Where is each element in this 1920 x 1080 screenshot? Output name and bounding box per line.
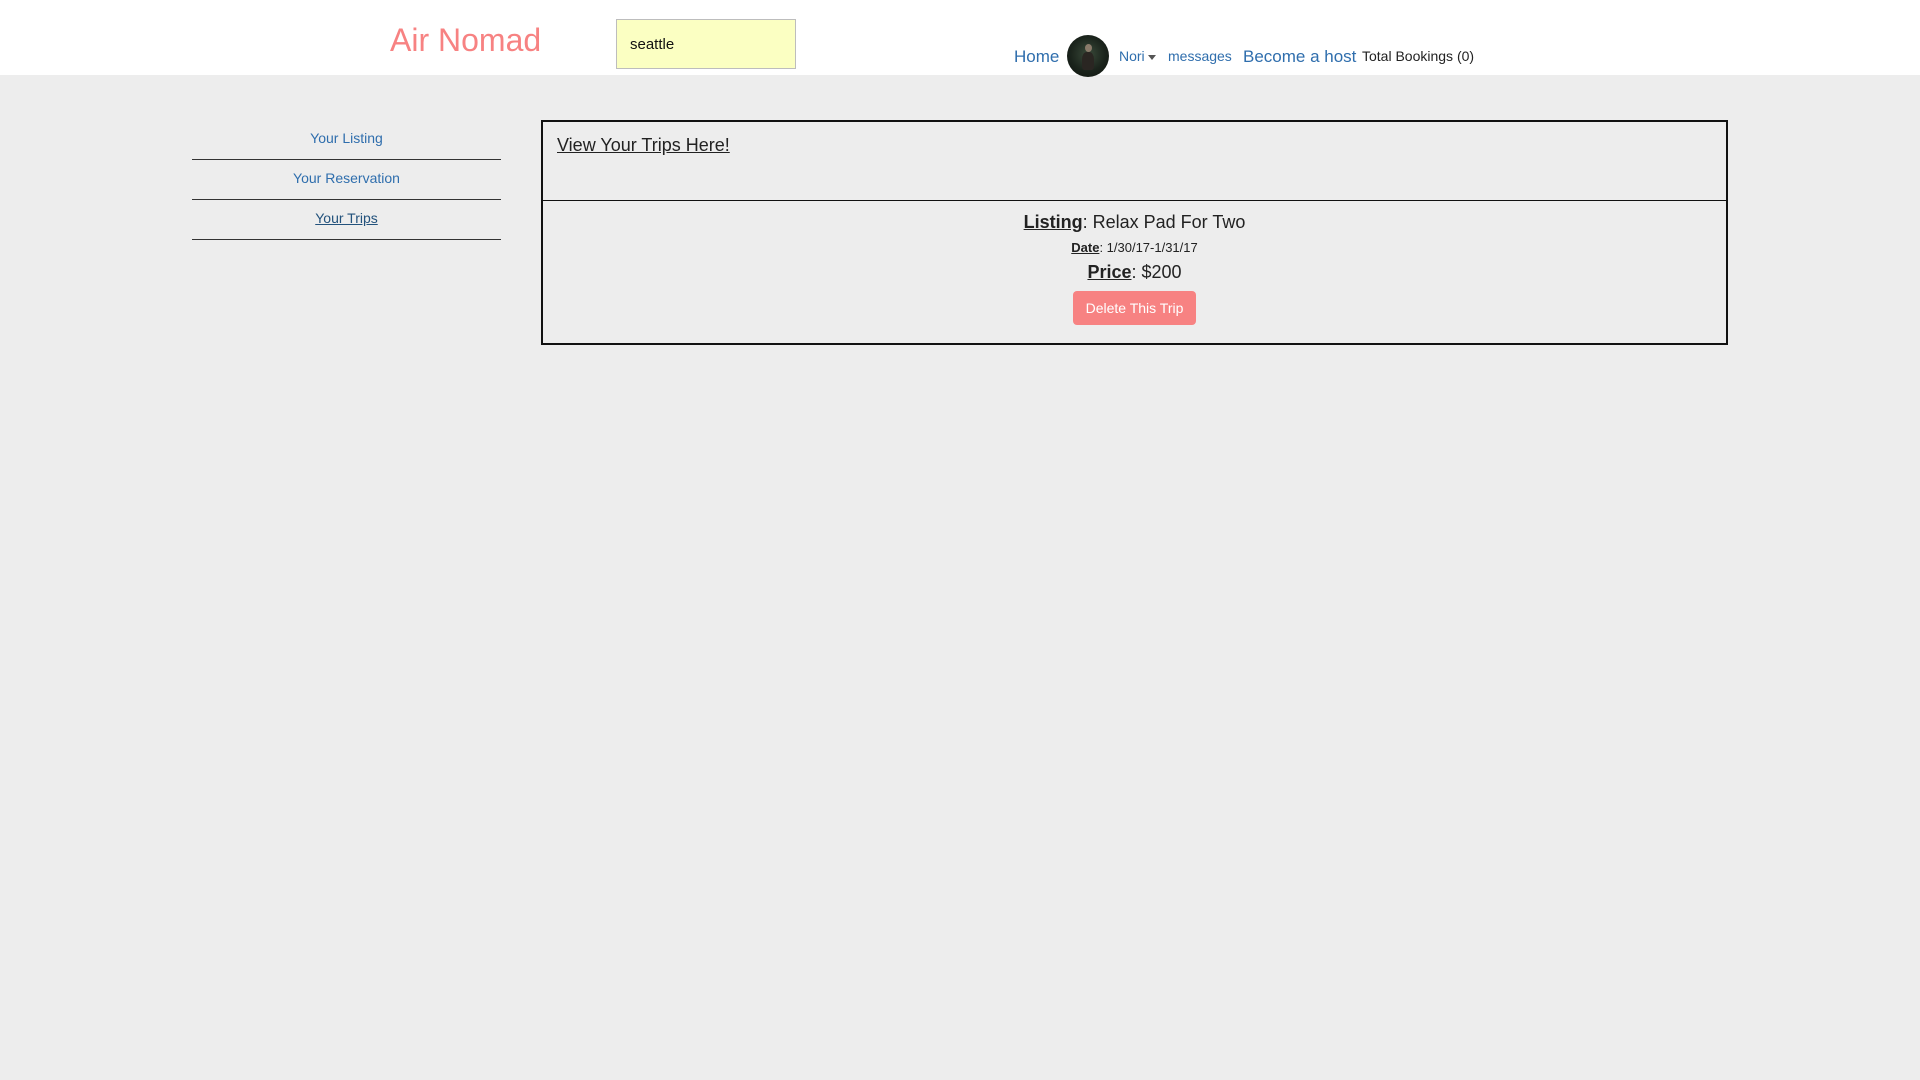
user-name: Nori [1119,48,1145,64]
page-title: View Your Trips Here! [557,135,730,155]
trip-card: Listing: Relax Pad For Two Date: 1/30/17… [543,201,1726,325]
sidebar-item-your-trips[interactable]: Your Trips [192,200,501,240]
caret-down-icon [1147,54,1156,60]
price-value: : $200 [1131,262,1182,282]
nav-messages-link[interactable]: messages [1168,48,1232,64]
trip-listing: Listing: Relax Pad For Two [543,211,1726,233]
sidebar-item-your-listing[interactable]: Your Listing [192,120,501,160]
search-input[interactable] [616,19,796,69]
delete-trip-button[interactable]: Delete This Trip [1072,291,1197,325]
user-avatar[interactable] [1067,35,1109,77]
price-label: Price [1087,262,1132,282]
date-value: : 1/30/17-1/31/17 [1099,240,1198,255]
top-navbar: Air Nomad Home Nori messages Become a ho… [0,0,1920,77]
date-label: Date [1071,240,1100,255]
nav-home-link[interactable]: Home [1014,47,1059,67]
total-bookings-count: Total Bookings (0) [1362,48,1475,64]
avatar-head [1085,44,1092,52]
sidebar-menu: Your Listing Your Reservation Your Trips [192,120,501,240]
listing-value: : Relax Pad For Two [1082,212,1246,232]
trip-price: Price: $200 [543,261,1726,283]
avatar-body [1082,52,1094,70]
user-menu-dropdown[interactable]: Nori [1119,48,1156,64]
trips-panel: View Your Trips Here! Listing: Relax Pad… [541,120,1728,345]
sidebar-item-your-reservation[interactable]: Your Reservation [192,160,501,200]
logo-link[interactable]: Air Nomad [390,22,541,59]
nav-become-host-link[interactable]: Become a host [1243,47,1356,67]
trips-panel-header: View Your Trips Here! [543,122,1726,201]
listing-label: Listing [1023,212,1083,232]
trip-date: Date: 1/30/17-1/31/17 [543,239,1726,257]
